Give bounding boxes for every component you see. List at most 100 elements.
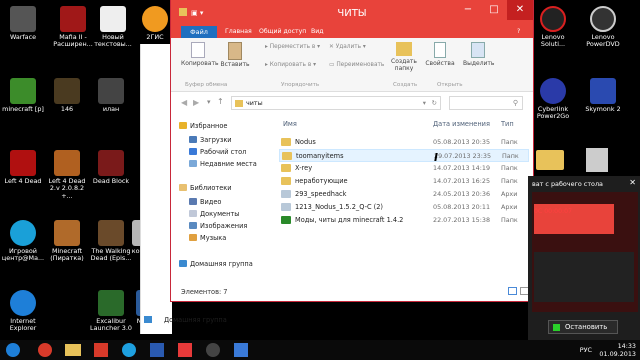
taskbar-chrome[interactable] xyxy=(36,342,54,358)
new-folder-button[interactable]: Создать папку xyxy=(389,42,419,72)
help-icon[interactable]: ? xyxy=(517,28,520,35)
nav-item-libraries[interactable]: Библиотеки xyxy=(179,184,232,192)
nav-item-music[interactable]: Музыка xyxy=(189,234,226,242)
recorder-panel: ват с рабочего стола ✕ 0С 00:00:07 Остан… xyxy=(528,176,640,342)
close-icon[interactable]: ✕ xyxy=(629,178,636,187)
desktop-icon-146[interactable]: 146 xyxy=(44,76,90,124)
up-icon[interactable]: ↑ xyxy=(217,97,224,106)
desktop-icon-ilan[interactable]: илан xyxy=(88,76,134,124)
internet-explorer-icon xyxy=(10,290,36,316)
paste-button[interactable]: Вставить xyxy=(219,42,251,68)
nav-item-homegroup[interactable]: Домашняя группа xyxy=(179,260,253,268)
desktop-icon-minecraft-pirate[interactable]: Minecraft (Пиратка) xyxy=(44,218,90,266)
desktop-icon-game-center[interactable]: Игровой центр@Ma... xyxy=(0,218,46,266)
desktop-icon-warface[interactable]: Warface xyxy=(0,4,46,52)
delete-button[interactable]: ✕ Удалить ▾ xyxy=(329,44,366,50)
nav-item-pictures[interactable]: Изображения xyxy=(189,222,247,230)
file-row[interactable]: неработующие 14.07.2013 16:25 Папк xyxy=(279,175,529,188)
desktop-icon-textfile[interactable]: Новый текстовы... xyxy=(90,4,136,52)
select-button[interactable]: Выделить xyxy=(463,42,494,67)
forward-icon[interactable]: ▶ xyxy=(193,98,199,107)
chrome-icon xyxy=(38,343,52,357)
desktop-icon-walking-dead[interactable]: The Walking Dead (Epis... xyxy=(88,218,134,266)
taskbar-skype[interactable] xyxy=(120,342,138,358)
details-view-icon[interactable] xyxy=(508,287,517,295)
downloads-icon xyxy=(189,136,197,143)
back-icon[interactable]: ◀ xyxy=(181,98,187,107)
skype-icon xyxy=(122,343,136,357)
nav-item-recent[interactable]: Недавние места xyxy=(189,160,257,168)
properties-icon xyxy=(434,42,446,58)
nav-item-downloads[interactable]: Загрузки xyxy=(189,136,232,144)
desktop: Warface Mafia II - Расширен... Новый тек… xyxy=(0,0,640,360)
star-icon xyxy=(179,122,187,129)
background-explorer-window[interactable] xyxy=(140,44,172,334)
properties-button[interactable]: Свойства xyxy=(425,42,455,67)
stop-recording-button[interactable]: Остановить xyxy=(548,320,618,334)
folder-icon xyxy=(98,78,124,104)
desktop-icon-lenovo-solutions[interactable]: Lenovo Soluti... xyxy=(530,4,576,52)
tab-view[interactable]: Вид xyxy=(311,28,324,35)
nav-item-desktop[interactable]: Рабочий стол xyxy=(189,148,246,156)
file-row[interactable]: Моды, читы для minecraft 1.4.2 22.07.201… xyxy=(279,214,529,227)
desktop-icon-l4d2[interactable]: Left 4 Dead 2.v 2.0.8.2 +... xyxy=(44,148,90,200)
ribbon-tabs: Главная Общий доступ Вид ? xyxy=(171,26,533,38)
start-button[interactable] xyxy=(4,342,22,358)
archive-icon xyxy=(281,190,291,198)
folder-icon xyxy=(235,100,243,107)
desktop-icon-excalibur[interactable]: Excalibur Launcher 3.0 xyxy=(88,288,134,336)
file-row[interactable]: 293_speedhack 24.05.2013 20:36 Архи xyxy=(279,188,529,201)
taskbar-explorer[interactable] xyxy=(64,342,82,358)
new-folder-icon xyxy=(396,42,412,56)
column-header-name[interactable]: Имя xyxy=(283,120,297,128)
move-to-button[interactable]: ▸ Переместить в ▾ xyxy=(265,44,320,50)
taskbar-camera[interactable] xyxy=(204,342,222,358)
nav-item-documents[interactable]: Документы xyxy=(189,210,239,218)
tab-file[interactable]: Файл xyxy=(181,26,217,38)
left4dead2-icon xyxy=(54,150,80,176)
search-icon: ⚲ xyxy=(512,99,518,107)
file-row[interactable]: Nodus 05.08.2013 20:35 Папк xyxy=(279,136,529,149)
tab-share[interactable]: Общий доступ xyxy=(259,28,306,35)
recent-chevron-icon[interactable]: ▾ xyxy=(207,98,211,106)
desktop-icon-power2go[interactable]: Cyberlink Power2Go xyxy=(530,76,576,124)
rename-button[interactable]: ▭ Переименовать xyxy=(329,62,384,68)
desktop-icon-skymonk[interactable]: Skymonk 2 xyxy=(580,76,626,124)
language-indicator[interactable]: РУС xyxy=(580,346,592,354)
file-row[interactable]: X-rey 14.07.2013 14:19 Папк xyxy=(279,162,529,175)
folder-icon xyxy=(281,177,291,185)
column-header-type[interactable]: Тип xyxy=(501,120,514,128)
address-box[interactable]: читы ▾ ↻ xyxy=(231,96,441,110)
minimize-button[interactable]: − xyxy=(455,0,481,20)
explorer-window[interactable]: ▣ ▾ ЧИТЫ − □ ✕ Главная Общий доступ Вид … xyxy=(170,0,534,302)
close-button[interactable]: ✕ xyxy=(507,0,533,20)
file-icon[interactable] xyxy=(586,148,608,172)
nav-item-video[interactable]: Видео xyxy=(189,198,221,206)
taskbar-mail[interactable] xyxy=(232,342,250,358)
copy-to-button[interactable]: ▸ Копировать в ▾ xyxy=(265,62,316,68)
maximize-button[interactable]: □ xyxy=(481,0,507,20)
desktop-icon-ie[interactable]: Internet Explorer xyxy=(0,288,46,336)
file-row[interactable]: 1213_Nodus_1.5.2_Q-C (2) 05.08.2013 20:1… xyxy=(279,201,529,214)
navigation-pane: Избранное Загрузки Рабочий стол Недавние… xyxy=(179,118,275,278)
tab-home[interactable]: Главная xyxy=(225,28,252,35)
nav-item-favorites[interactable]: Избранное xyxy=(179,122,227,130)
taskbar: РУС 14:33 01.09.2013 xyxy=(0,340,640,360)
desktop-icon-powerdvd[interactable]: Lenovo PowerDVD xyxy=(580,4,626,52)
taskbar-player[interactable] xyxy=(92,342,110,358)
recent-places-icon xyxy=(189,160,197,167)
desktop-icon-deadblock[interactable]: Dead Block xyxy=(88,148,134,196)
desktop-icon-minecraft-p[interactable]: minecraft [p] xyxy=(0,76,46,124)
system-tray[interactable]: РУС 14:33 01.09.2013 xyxy=(580,342,636,358)
column-header-date[interactable]: Дата изменения xyxy=(433,120,490,128)
search-input[interactable]: ⚲ xyxy=(449,96,523,110)
folder-icon[interactable] xyxy=(536,150,564,170)
chevron-down-icon[interactable]: ▾ xyxy=(423,97,426,110)
file-row-hovered[interactable]: toomanyitems 29.07.2013 23:35 Папк xyxy=(279,149,529,162)
taskbar-yandex[interactable] xyxy=(176,342,194,358)
refresh-icon[interactable]: ↻ xyxy=(432,97,437,110)
excalibur-icon xyxy=(98,290,124,316)
desktop-icon-l4d[interactable]: Left 4 Dead xyxy=(0,148,46,196)
taskbar-word[interactable] xyxy=(148,342,166,358)
copy-button[interactable]: Копировать xyxy=(181,42,218,67)
